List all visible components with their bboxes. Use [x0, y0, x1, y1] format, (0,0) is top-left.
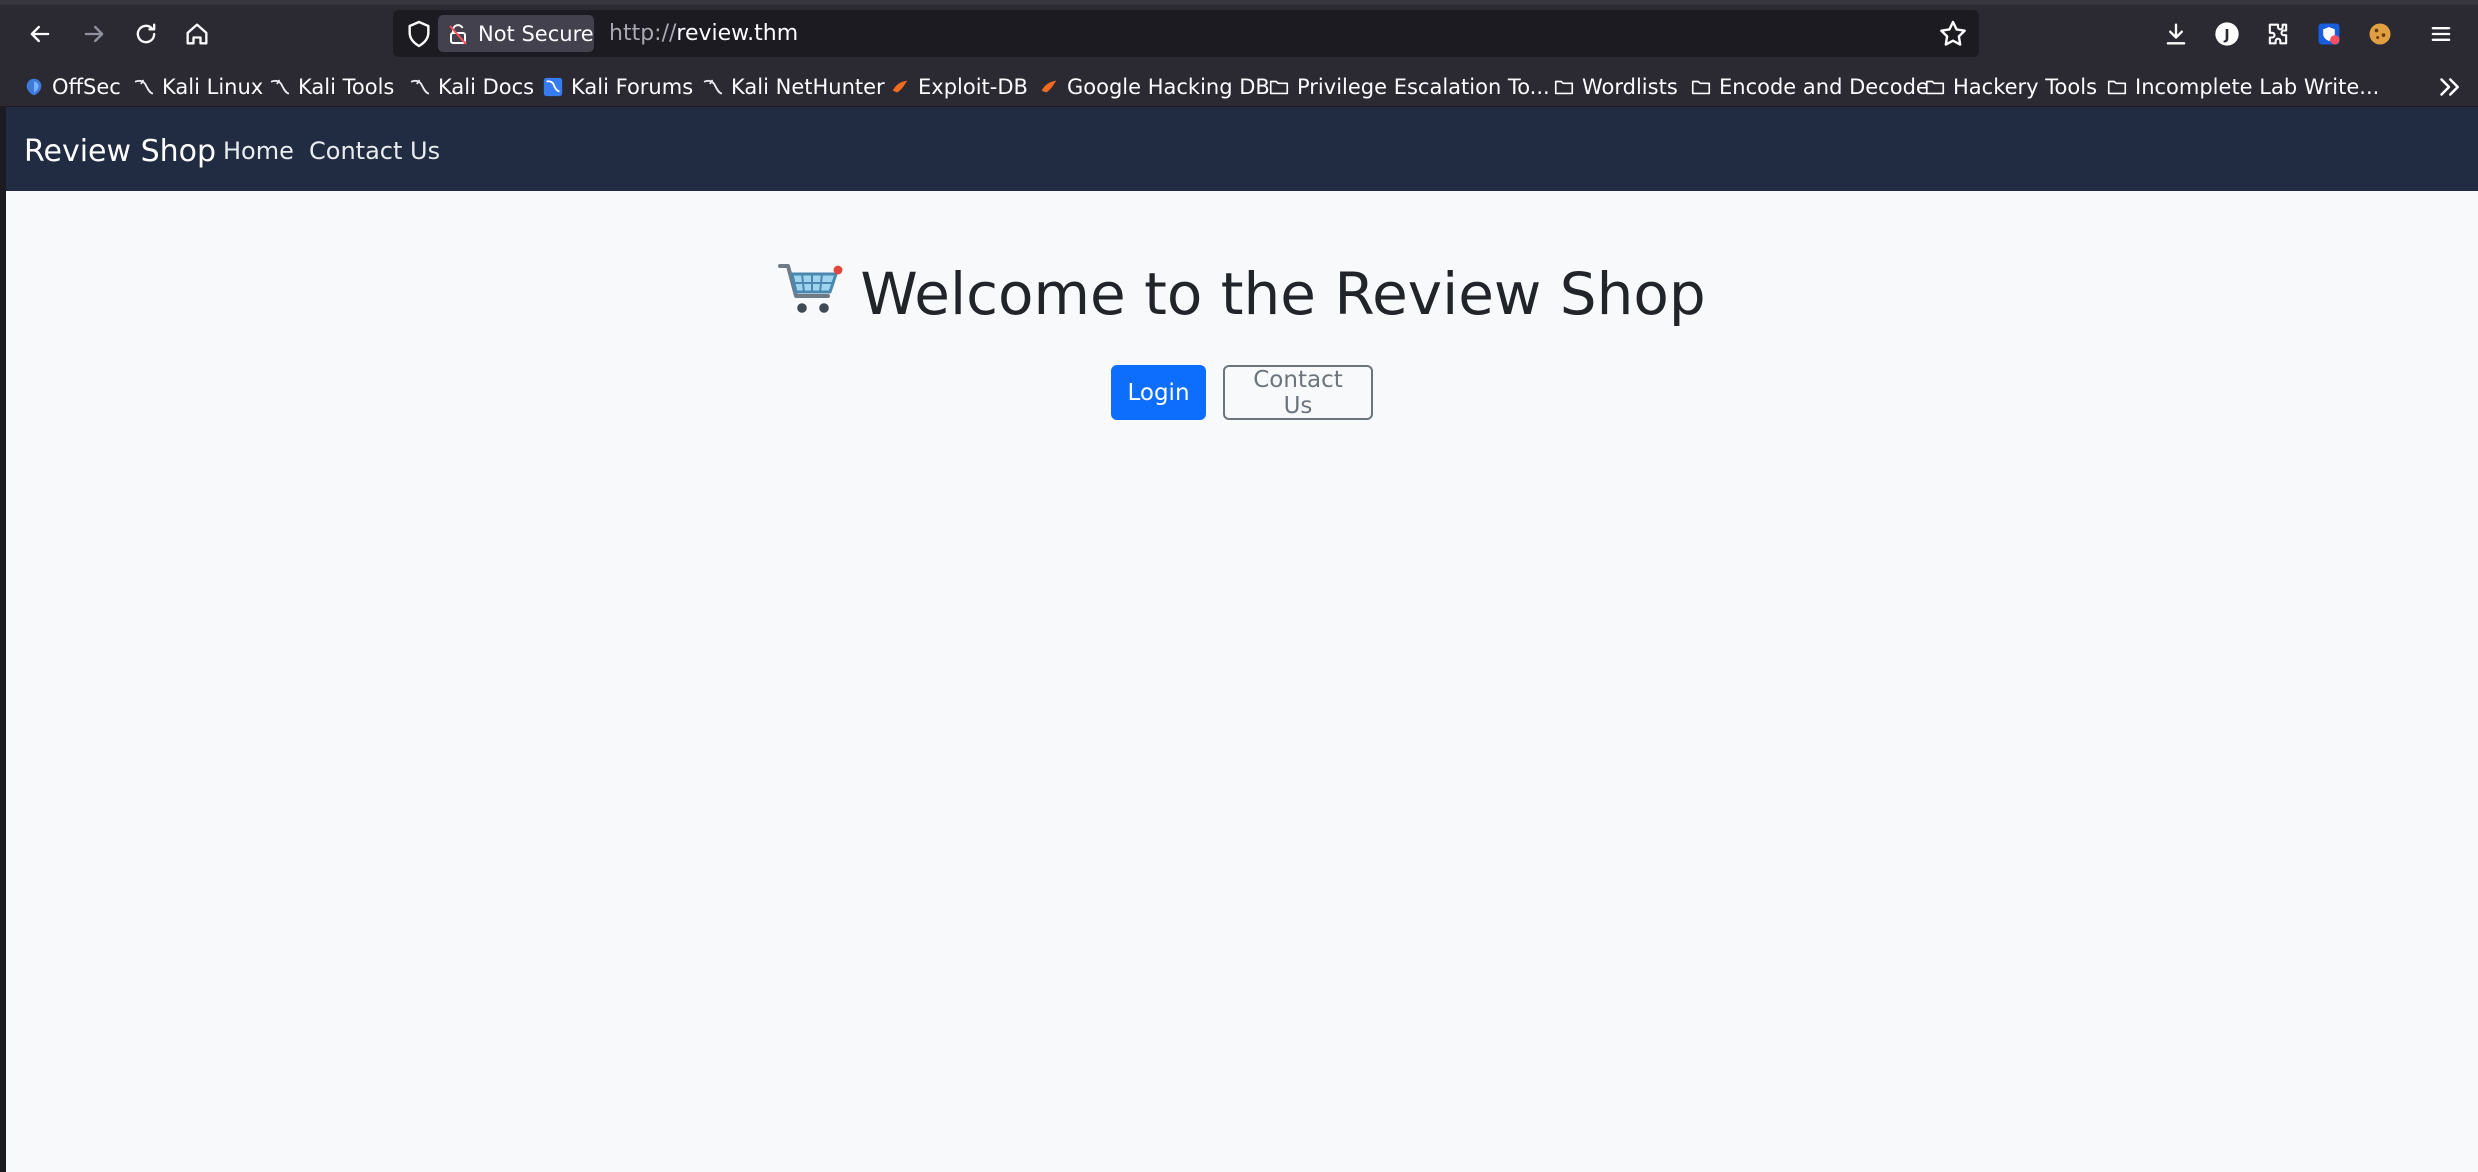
bookmark-exploit-db[interactable]: Exploit-DB: [889, 71, 1028, 103]
chevron-double-right-icon[interactable]: [2434, 72, 2464, 102]
downloads-button[interactable]: [2156, 14, 2196, 54]
bookmark-offsec[interactable]: OffSec: [23, 71, 121, 103]
account-circle-icon: J: [2215, 22, 2239, 46]
bookmark-folder-privilege-escalation[interactable]: Privilege Escalation To...: [1268, 71, 1550, 103]
arrow-left-icon: [30, 25, 50, 43]
download-icon: [2166, 23, 2186, 45]
bookmark-kali-docs[interactable]: Kali Docs: [409, 71, 534, 103]
folder-icon: [2107, 80, 2127, 95]
extensions-button[interactable]: [2258, 14, 2298, 54]
hero-heading: Welcome to the Review Shop: [6, 260, 2478, 328]
not-secure-label: Not Secure: [478, 21, 594, 46]
home-icon: [186, 23, 208, 45]
bookmark-label: Kali Forums: [571, 75, 694, 99]
bookmark-label: Exploit-DB: [918, 75, 1028, 99]
site-navbar: Review Shop Home Contact Us: [6, 107, 2478, 191]
reload-icon: [136, 23, 156, 44]
reload-button[interactable]: [124, 12, 168, 56]
puzzle-icon: [2268, 23, 2288, 45]
kali-dragon-icon: [410, 79, 430, 95]
folder-icon: [1269, 80, 1289, 95]
bitwarden-extension-button[interactable]: [2309, 14, 2349, 54]
bookmark-star-icon[interactable]: [1937, 18, 1969, 50]
bookmark-label: Kali NetHunter: [731, 75, 885, 99]
shield-icon[interactable]: [403, 18, 435, 50]
kali-dragon-icon: [134, 79, 154, 95]
bookmark-label: Kali Tools: [298, 75, 395, 99]
bookmark-label: Incomplete Lab Write...: [2135, 75, 2380, 99]
hero-title-text: Welcome to the Review Shop: [860, 260, 1706, 328]
bookmark-kali-forums[interactable]: Kali Forums: [542, 71, 693, 103]
home-button[interactable]: [175, 12, 219, 56]
not-secure-badge[interactable]: Not Secure: [438, 15, 594, 52]
url-host: review.thm: [676, 21, 799, 46]
bookmark-kali-tools[interactable]: Kali Tools: [269, 71, 394, 103]
bookmark-label: Encode and Decode: [1719, 75, 1929, 99]
bookmark-label: Wordlists: [1582, 75, 1678, 99]
kali-forums-icon: [543, 77, 563, 97]
shield-extension-icon: [2318, 23, 2340, 45]
nav-link-home[interactable]: Home: [223, 137, 294, 165]
exploit-db-icon: [1041, 80, 1057, 93]
bookmark-label: Kali Docs: [438, 75, 535, 99]
bookmark-folder-encode-decode[interactable]: Encode and Decode: [1690, 71, 1929, 103]
forward-button[interactable]: [72, 12, 116, 56]
folder-icon: [1925, 80, 1945, 95]
url-protocol: http://: [609, 21, 677, 46]
navbar-brand[interactable]: Review Shop: [24, 134, 216, 169]
bookmark-kali-nethunter[interactable]: Kali NetHunter: [702, 71, 885, 103]
browser-toolbar: Not Secure http://review.thm J: [0, 0, 2478, 68]
login-button[interactable]: Login: [1111, 365, 1206, 420]
bookmark-kali-linux[interactable]: Kali Linux: [133, 71, 263, 103]
bookmark-label: Google Hacking DB: [1067, 75, 1270, 99]
exploit-db-icon: [892, 80, 908, 93]
shopping-cart-icon: [778, 264, 843, 313]
svg-text:J: J: [2223, 27, 2229, 43]
cookie-icon: [2369, 23, 2391, 45]
folder-icon: [1554, 80, 1574, 95]
tab-strip-edge: [0, 0, 2478, 5]
bookmark-label: Privilege Escalation To...: [1297, 75, 1550, 99]
account-extension-button[interactable]: J: [2207, 14, 2247, 54]
page-content: Review Shop Home Contact Us Welcome to t…: [6, 107, 2478, 1172]
bookmark-label: Hackery Tools: [1953, 75, 2098, 99]
bookmark-folder-incomplete-lab[interactable]: Incomplete Lab Write...: [2106, 71, 2379, 103]
hamburger-menu-icon: [2431, 27, 2451, 41]
bookmark-label: OffSec: [52, 75, 121, 99]
bookmarks-toolbar: OffSec Kali Linux Kali Tools Kali Docs K…: [0, 68, 2478, 106]
kali-dragon-icon: [703, 79, 723, 95]
bookmark-google-hacking-db[interactable]: Google Hacking DB: [1038, 71, 1270, 103]
hero-actions: Login Contact Us: [6, 365, 2478, 420]
offsec-icon: [26, 78, 42, 96]
arrow-right-icon: [84, 25, 104, 43]
folder-icon: [1691, 80, 1711, 95]
app-menu-button[interactable]: [2421, 14, 2461, 54]
url-bar[interactable]: Not Secure http://review.thm: [393, 10, 1979, 57]
contact-us-button[interactable]: Contact Us: [1223, 365, 1373, 420]
bookmark-folder-hackery-tools[interactable]: Hackery Tools: [1924, 71, 2097, 103]
cookie-extension-button[interactable]: [2360, 14, 2400, 54]
kali-dragon-icon: [270, 79, 290, 95]
browser-window: Not Secure http://review.thm J OffSec Ka…: [0, 0, 2478, 1172]
nav-link-contact[interactable]: Contact Us: [309, 137, 440, 165]
url-text[interactable]: http://review.thm: [609, 21, 798, 46]
broken-lock-icon: [449, 23, 467, 45]
back-button[interactable]: [18, 12, 62, 56]
bookmark-label: Kali Linux: [162, 75, 264, 99]
bookmark-folder-wordlists[interactable]: Wordlists: [1553, 71, 1678, 103]
